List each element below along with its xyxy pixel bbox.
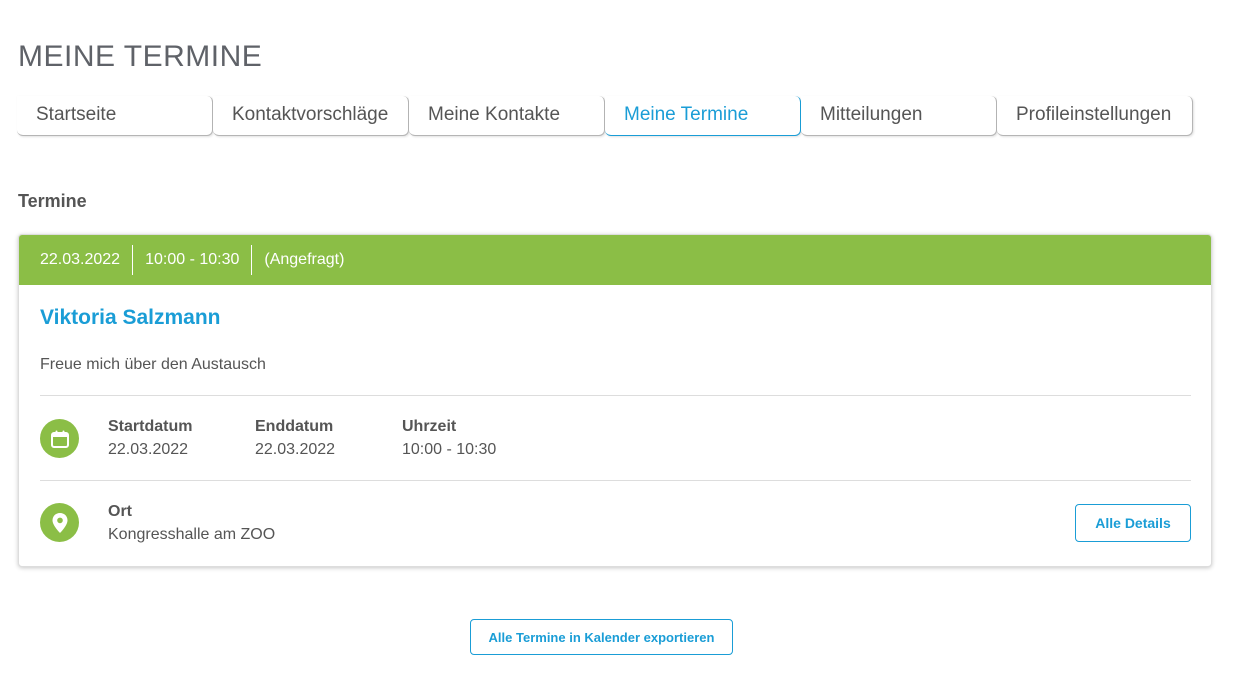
contact-name-link[interactable]: Viktoria Salzmann [40,306,221,330]
end-date-label: Enddatum [255,418,334,435]
main-tabs: Startseite Kontaktvorschläge Meine Konta… [17,96,1193,136]
end-date-value: 22.03.2022 [255,441,336,458]
tab-mitteilungen[interactable]: Mitteilungen [801,96,997,136]
all-details-button[interactable]: Alle Details [1075,504,1191,542]
time-value: 10:00 - 10:30 [402,441,497,458]
tab-kontaktvorschlaege[interactable]: Kontaktvorschläge [213,96,409,136]
start-date-label: Startdatum [108,418,193,435]
appointment-header: 22.03.2022 10:00 - 10:30 (Angefragt) [19,235,1211,285]
divider [40,480,1191,481]
location-field: Ort Kongresshalle am ZOO [108,502,275,545]
time-label: Uhrzeit [402,418,457,435]
appointment-status: (Angefragt) [264,251,345,268]
location-label: Ort [108,503,132,520]
appointment-date: 22.03.2022 [19,245,134,275]
map-pin-icon [40,503,79,542]
export-calendar-button[interactable]: Alle Termine in Kalender exportieren [470,619,733,655]
appointment-note: Freue mich über den Austausch [40,356,266,373]
tab-profileinstellungen[interactable]: Profileinstellungen [997,96,1193,136]
tab-meine-termine[interactable]: Meine Termine [605,96,801,136]
divider [40,395,1191,396]
time-field: Uhrzeit 10:00 - 10:30 [402,417,496,460]
location-value: Kongresshalle am ZOO [108,526,276,543]
appointment-time: 10:00 - 10:30 [133,245,253,275]
section-title: Termine [18,191,87,211]
tab-meine-kontakte[interactable]: Meine Kontakte [409,96,605,136]
tab-startseite[interactable]: Startseite [17,96,213,136]
start-date-value: 22.03.2022 [108,441,189,458]
end-date-field: Enddatum 22.03.2022 [255,417,335,460]
calendar-icon [40,419,79,458]
start-date-field: Startdatum 22.03.2022 [108,417,192,460]
page-title: MEINE TERMINE [18,40,263,73]
appointment-card: 22.03.2022 10:00 - 10:30 (Angefragt) Vik… [18,234,1212,567]
